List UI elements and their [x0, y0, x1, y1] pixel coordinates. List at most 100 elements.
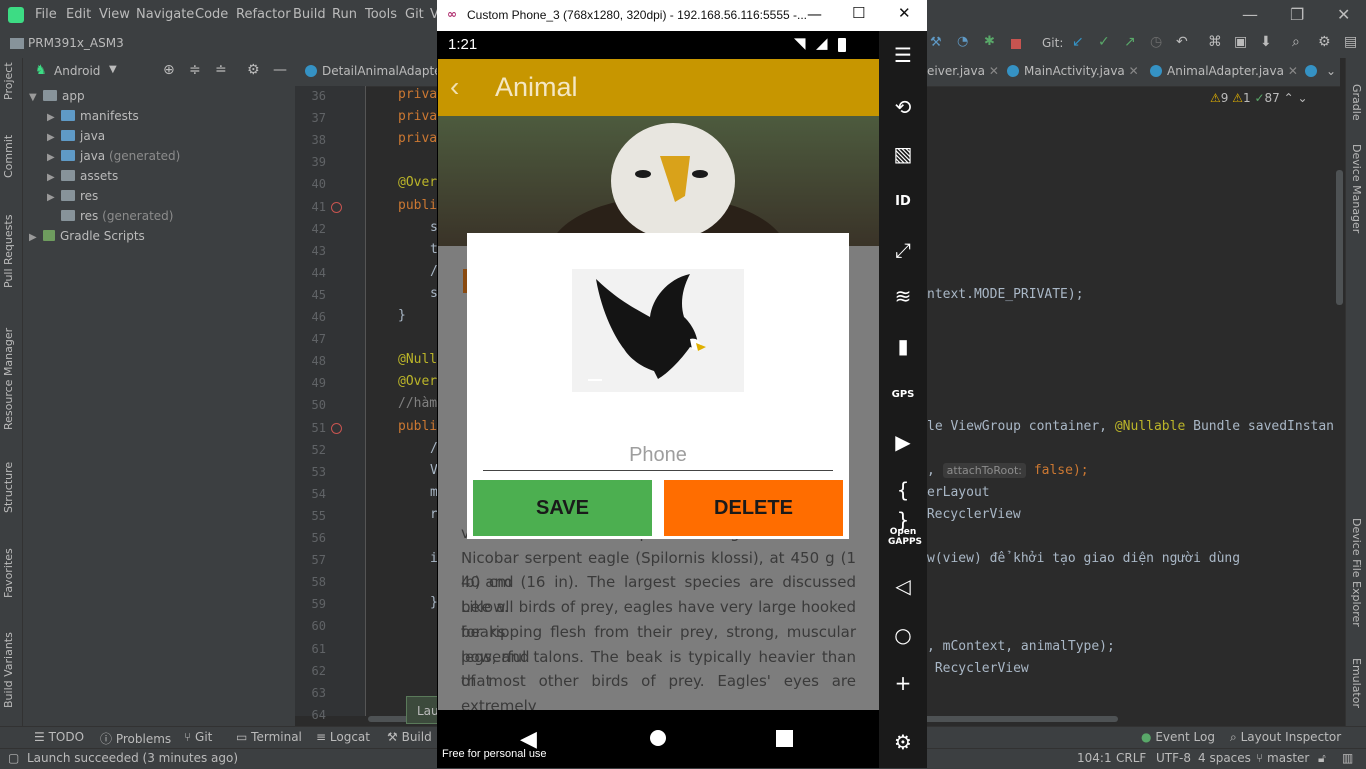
- target-icon[interactable]: ⊕: [163, 62, 175, 78]
- gear-icon[interactable]: ⚙: [1318, 34, 1331, 50]
- save-button[interactable]: SAVE: [473, 480, 652, 536]
- back-arrow-icon[interactable]: ‹: [450, 71, 459, 103]
- chevron-down-icon[interactable]: ⌄: [1298, 91, 1308, 105]
- gps-icon[interactable]: GPS: [888, 380, 918, 410]
- tree-item-gradle-scripts[interactable]: ▶ Gradle Scripts: [29, 226, 145, 246]
- nav-home-icon[interactable]: [650, 730, 666, 746]
- id-icon[interactable]: ID: [888, 187, 918, 217]
- caret-position[interactable]: 104:1: [1077, 751, 1112, 765]
- layout-icon[interactable]: ▤: [1344, 34, 1357, 50]
- lock-icon[interactable]: 🔓︎: [1318, 751, 1326, 766]
- device-icon[interactable]: ⌘: [1208, 34, 1222, 50]
- collapse-all-icon[interactable]: ≐: [215, 62, 227, 78]
- expand-all-icon[interactable]: ≑: [189, 62, 201, 78]
- chevron-up-icon[interactable]: ⌃: [1284, 91, 1294, 105]
- more-tabs-icon[interactable]: [1305, 64, 1322, 78]
- menu-view[interactable]: View: [99, 7, 130, 22]
- tree-item-java[interactable]: ▶ java: [47, 126, 105, 146]
- tool-problems[interactable]: ⓘ Problems: [100, 730, 171, 747]
- line-separator[interactable]: CRLF: [1116, 751, 1146, 765]
- status-message[interactable]: Launch succeeded (3 minutes ago): [27, 751, 238, 765]
- close-tab-icon[interactable]: ✕: [1288, 64, 1298, 78]
- screenshot-icon[interactable]: ▧: [888, 139, 918, 169]
- gear-icon[interactable]: ⚙: [247, 62, 260, 78]
- expand-arrow-icon[interactable]: ▶: [47, 188, 61, 208]
- project-view-selector[interactable]: Android: [54, 64, 100, 78]
- expand-arrow-icon[interactable]: ▶: [47, 128, 61, 148]
- tool-tab-favorites[interactable]: Favorites: [2, 548, 15, 598]
- menu-refactor[interactable]: Refactor: [236, 7, 291, 22]
- expand-arrow-icon[interactable]: ▼: [29, 88, 43, 108]
- chevron-down-icon[interactable]: ⌄: [1326, 64, 1336, 78]
- menu-code[interactable]: Code: [195, 7, 228, 22]
- sdk-icon[interactable]: ⬇: [1260, 34, 1272, 50]
- expand-arrow-icon[interactable]: ▶: [29, 228, 43, 248]
- tool-build[interactable]: ⚒ Build: [387, 730, 432, 744]
- hammer-icon[interactable]: ⚒: [930, 35, 942, 50]
- tool-tab-emulator[interactable]: Emulator: [1350, 658, 1363, 708]
- hide-icon[interactable]: —: [273, 62, 287, 78]
- tool-tab-build-variants[interactable]: Build Variants: [2, 632, 15, 708]
- tool-event-log[interactable]: ● Event Log: [1141, 730, 1215, 744]
- menu-run[interactable]: Run: [332, 7, 357, 22]
- rollback-icon[interactable]: ↶: [1176, 34, 1188, 50]
- git-push-icon[interactable]: ↗: [1124, 34, 1136, 50]
- tool-todo[interactable]: ☰ TODO: [34, 730, 84, 744]
- opengapps-icon[interactable]: Open GAPPS: [888, 522, 922, 552]
- inspection-widget[interactable]: ⚠9 ⚠1 ✓87 ⌃ ⌄: [1210, 91, 1308, 105]
- tree-item-app[interactable]: ▼ app: [29, 86, 85, 106]
- tool-logcat[interactable]: ≡ Logcat: [316, 730, 370, 744]
- tree-item-res[interactable]: ▶ res: [47, 186, 98, 206]
- maximize-icon[interactable]: ☐: [852, 4, 865, 22]
- restore-icon[interactable]: ❐: [1290, 5, 1304, 24]
- code-icon[interactable]: { }: [888, 475, 918, 532]
- menu-git[interactable]: Git: [405, 7, 424, 22]
- close-icon[interactable]: ✕: [898, 4, 911, 22]
- tool-tab-structure[interactable]: Structure: [2, 462, 15, 513]
- tree-item-res-generated[interactable]: res (generated): [61, 206, 173, 226]
- sd-card-icon[interactable]: ▮: [888, 331, 918, 361]
- home-icon[interactable]: ○: [888, 620, 918, 650]
- tool-layout-inspector[interactable]: ⌕ Layout Inspector: [1230, 730, 1341, 745]
- tab-animal-adapter[interactable]: AnimalAdapter.java ✕: [1150, 64, 1298, 78]
- tab-main-activity[interactable]: MainActivity.java ✕: [1007, 64, 1139, 78]
- tool-tab-commit[interactable]: Commit: [2, 135, 15, 178]
- screen-record-icon[interactable]: ▶: [888, 427, 918, 457]
- menu-build[interactable]: Build: [293, 7, 326, 22]
- fit-icon[interactable]: ⤢: [888, 235, 918, 265]
- expand-arrow-icon[interactable]: ▶: [47, 168, 61, 188]
- add-icon[interactable]: +: [888, 668, 918, 698]
- tab-detail-animal-adapter[interactable]: DetailAnimalAdapter.j: [305, 64, 453, 78]
- menu-file[interactable]: File: [35, 7, 57, 22]
- expand-arrow-icon[interactable]: ▶: [47, 108, 61, 128]
- indent-setting[interactable]: 4 spaces: [1198, 751, 1251, 765]
- phone-input[interactable]: [483, 440, 833, 471]
- search-icon[interactable]: ⌕: [1292, 34, 1300, 50]
- git-update-icon[interactable]: ↙: [1072, 34, 1084, 50]
- override-marker-icon[interactable]: [331, 422, 342, 434]
- tool-tab-gradle[interactable]: Gradle: [1350, 84, 1363, 121]
- rotate-icon[interactable]: ⟲: [888, 92, 918, 122]
- tree-item-manifests[interactable]: ▶ manifests: [47, 106, 139, 126]
- settings-icon[interactable]: ⚙: [888, 727, 918, 757]
- tool-tab-device-file-explorer[interactable]: Device File Explorer: [1350, 518, 1363, 627]
- git-branch[interactable]: ⑂ master: [1256, 751, 1309, 765]
- avd-icon[interactable]: ▣: [1234, 34, 1247, 50]
- tool-tab-pull-requests[interactable]: Pull Requests: [2, 215, 15, 288]
- file-encoding[interactable]: UTF-8: [1156, 751, 1191, 765]
- close-tab-icon[interactable]: ✕: [1129, 64, 1139, 78]
- close-icon[interactable]: ✕: [1337, 5, 1350, 24]
- status-box-icon[interactable]: ▢: [8, 751, 19, 765]
- history-icon[interactable]: ◷: [1150, 34, 1162, 50]
- close-tab-icon[interactable]: ✕: [989, 64, 999, 78]
- menu-tools[interactable]: Tools: [365, 7, 397, 22]
- tool-tab-resource-manager[interactable]: Resource Manager: [2, 328, 15, 430]
- expand-arrow-icon[interactable]: ▶: [47, 148, 61, 168]
- tool-terminal[interactable]: ▭ Terminal: [236, 730, 302, 744]
- git-commit-icon[interactable]: ✓: [1098, 34, 1110, 50]
- debug-icon[interactable]: ✱: [984, 34, 995, 49]
- editor-vertical-scrollbar[interactable]: [1336, 170, 1343, 305]
- menu-navigate[interactable]: Navigate: [136, 7, 194, 22]
- memory-icon[interactable]: ▥: [1342, 751, 1353, 765]
- delete-button[interactable]: DELETE: [664, 480, 843, 536]
